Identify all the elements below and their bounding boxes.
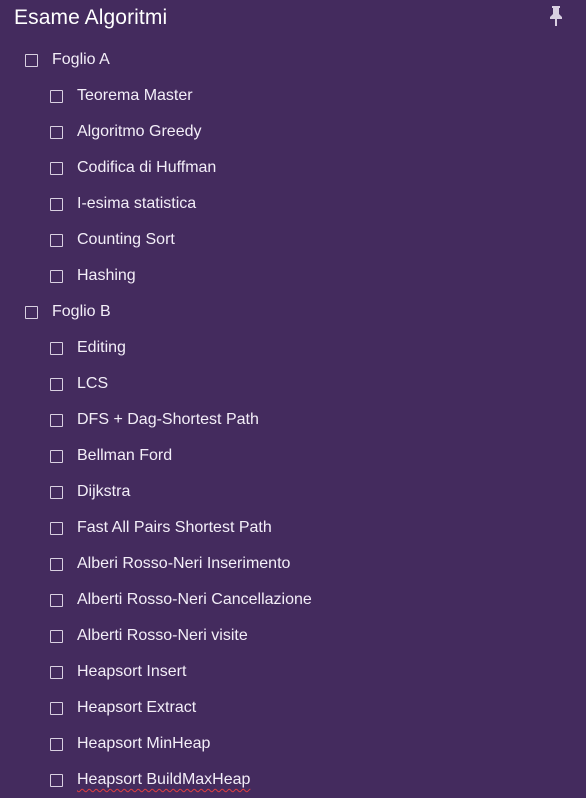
checkbox[interactable] — [50, 557, 63, 571]
item-label[interactable]: Alberi Rosso-Neri Inserimento — [77, 554, 290, 574]
item-label[interactable]: Counting Sort — [77, 230, 175, 250]
item-label[interactable]: Bellman Ford — [77, 446, 172, 466]
item-label[interactable]: Alberti Rosso-Neri Cancellazione — [77, 590, 312, 610]
note-title[interactable]: Esame Algoritmi — [14, 4, 167, 32]
checkbox[interactable] — [50, 629, 63, 643]
checkbox[interactable] — [50, 665, 63, 679]
checklist-item[interactable]: Bellman Ford — [50, 438, 586, 474]
checklist-item[interactable]: Foglio A — [25, 42, 565, 78]
checkbox[interactable] — [50, 413, 63, 427]
checklist-item[interactable]: Algoritmo Greedy — [50, 114, 586, 150]
item-label[interactable]: Heapsort MinHeap — [77, 734, 210, 754]
checklist-note: Esame Algoritmi Foglio A Teorema Master … — [0, 0, 586, 795]
item-label[interactable]: Heapsort BuildMaxHeap — [77, 770, 250, 790]
checkbox[interactable] — [25, 53, 38, 67]
item-label[interactable]: Hashing — [77, 266, 136, 286]
item-label[interactable]: Codifica di Huffman — [77, 158, 216, 178]
checklist-item[interactable]: Alberti Rosso-Neri visite — [50, 618, 586, 654]
checklist-item[interactable]: Alberti Rosso-Neri Cancellazione — [50, 582, 586, 618]
checklist-item[interactable]: Heapsort Insert — [50, 654, 586, 690]
checkbox[interactable] — [50, 701, 63, 715]
checklist-item[interactable]: Counting Sort — [50, 222, 586, 258]
checkbox[interactable] — [50, 125, 63, 139]
item-label[interactable]: Foglio B — [52, 302, 111, 322]
checklist-item[interactable]: Heapsort BuildMaxHeap — [50, 762, 586, 798]
item-label[interactable]: Teorema Master — [77, 86, 193, 106]
item-label[interactable]: LCS — [77, 374, 108, 394]
checklist-item[interactable]: Heapsort Extract — [50, 690, 586, 726]
checklist-item[interactable]: Teorema Master — [50, 78, 586, 114]
checklist-item[interactable]: Fast All Pairs Shortest Path — [50, 510, 586, 546]
checklist-item[interactable]: DFS + Dag-Shortest Path — [50, 402, 586, 438]
checkbox[interactable] — [50, 233, 63, 247]
item-label[interactable]: Editing — [77, 338, 126, 358]
item-label[interactable]: Algoritmo Greedy — [77, 122, 202, 142]
checklist-item[interactable]: I-esima statistica — [50, 186, 586, 222]
checkbox[interactable] — [50, 773, 63, 787]
item-label[interactable]: Foglio A — [52, 50, 110, 70]
checklist-item[interactable]: Editing — [50, 330, 586, 366]
checkbox[interactable] — [50, 377, 63, 391]
item-label[interactable]: Alberti Rosso-Neri visite — [77, 626, 248, 646]
checkbox[interactable] — [50, 269, 63, 283]
item-label[interactable]: Heapsort Insert — [77, 662, 186, 682]
checkbox[interactable] — [50, 89, 63, 103]
checkbox[interactable] — [50, 485, 63, 499]
checklist-item[interactable]: Alberi Rosso-Neri Inserimento — [50, 546, 586, 582]
checkbox[interactable] — [50, 161, 63, 175]
checklist-item[interactable]: Hashing — [50, 258, 586, 294]
pin-icon — [546, 4, 566, 28]
item-label[interactable]: I-esima statistica — [77, 194, 196, 214]
checklist-item[interactable]: Codifica di Huffman — [50, 150, 586, 186]
item-label[interactable]: Dijkstra — [77, 482, 130, 502]
item-label[interactable]: Heapsort Extract — [77, 698, 196, 718]
checkbox[interactable] — [50, 341, 63, 355]
item-label[interactable]: DFS + Dag-Shortest Path — [77, 410, 259, 430]
item-label[interactable]: Fast All Pairs Shortest Path — [77, 518, 272, 538]
checklist-item[interactable]: LCS — [50, 366, 586, 402]
checkbox[interactable] — [50, 449, 63, 463]
checkbox[interactable] — [50, 521, 63, 535]
checklist-item[interactable]: Foglio B — [25, 294, 565, 330]
checkbox[interactable] — [50, 593, 63, 607]
pin-button[interactable] — [546, 4, 566, 28]
checkbox[interactable] — [50, 737, 63, 751]
checkbox[interactable] — [50, 197, 63, 211]
checklist-item[interactable]: Dijkstra — [50, 474, 586, 510]
checklist-item[interactable]: Heapsort MinHeap — [50, 726, 586, 762]
checkbox[interactable] — [25, 305, 38, 319]
